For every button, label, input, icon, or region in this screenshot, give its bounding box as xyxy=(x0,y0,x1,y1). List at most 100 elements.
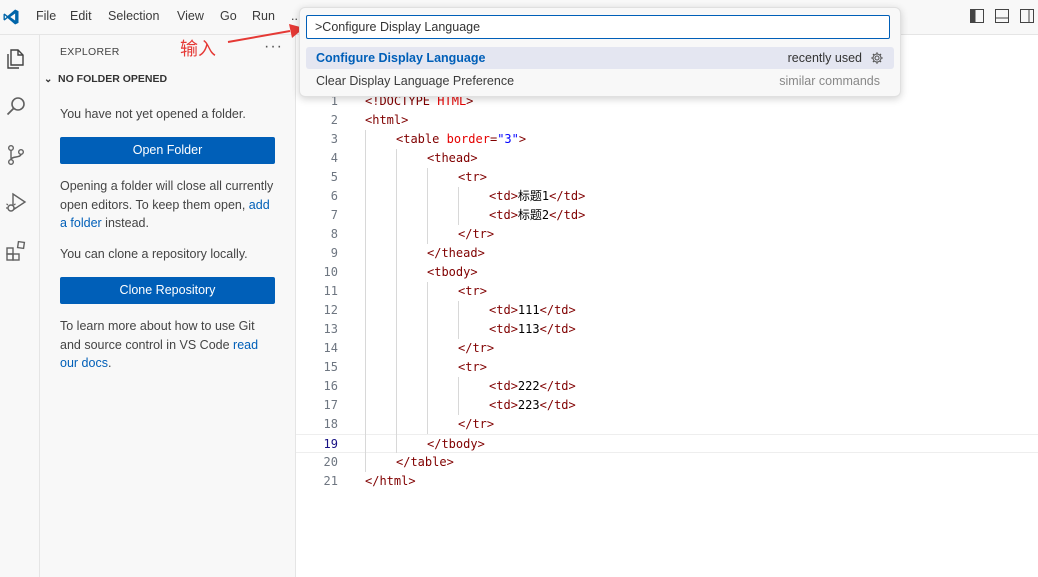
git-text-end: . xyxy=(107,356,112,370)
command-palette: Configure Display Language recently used… xyxy=(299,7,901,97)
closing-text-part-1: Opening a folder will close all currentl… xyxy=(60,179,274,212)
explorer-sidebar: EXPLORER ··· ⌄ NO FOLDER OPENED You have … xyxy=(40,35,296,577)
code-text: </tbody> xyxy=(427,437,485,451)
code-line[interactable]: 14 </tr> xyxy=(296,339,1038,358)
source-control-icon[interactable] xyxy=(4,143,28,167)
code-line[interactable]: 4 <thead> xyxy=(296,149,1038,168)
code-text: <thead> xyxy=(427,151,478,165)
code-line[interactable]: 9 </thead> xyxy=(296,244,1038,263)
closing-editors-message: Opening a folder will close all currentl… xyxy=(60,177,275,233)
line-number: 6 xyxy=(330,189,338,203)
code-text: <td>标题1</td> xyxy=(489,189,586,203)
code-text: </thead> xyxy=(427,246,485,260)
gear-icon[interactable] xyxy=(870,51,884,65)
indent-guide xyxy=(458,377,459,415)
line-number: 7 xyxy=(330,208,338,222)
indent-guide xyxy=(427,282,428,434)
line-number: 9 xyxy=(330,246,338,260)
line-number: 14 xyxy=(323,341,338,355)
line-number: 8 xyxy=(330,227,338,241)
code-line[interactable]: 5 <tr> xyxy=(296,168,1038,187)
code-text: </tr> xyxy=(458,227,495,241)
code-line[interactable]: 12 <td>111</td> xyxy=(296,301,1038,320)
code-text: <tr> xyxy=(458,284,487,298)
code-text: </tr> xyxy=(458,417,495,431)
code-text: <td>223</td> xyxy=(489,398,576,412)
search-icon[interactable] xyxy=(4,95,28,119)
toggle-secondary-sidebar-icon[interactable] xyxy=(1020,9,1034,23)
activity-bar xyxy=(0,35,40,577)
code-line[interactable]: 16 <td>222</td> xyxy=(296,377,1038,396)
line-number: 10 xyxy=(323,265,338,279)
line-number: 16 xyxy=(323,379,338,393)
open-folder-button[interactable]: Open Folder xyxy=(60,137,275,164)
code-text: <table border="3"> xyxy=(396,132,527,146)
toggle-panel-icon[interactable] xyxy=(995,9,1009,23)
code-line[interactable]: 6 <td>标题1</td> xyxy=(296,187,1038,206)
line-number: 11 xyxy=(323,284,338,298)
code-text: <td>标题2</td> xyxy=(489,208,586,222)
code-line[interactable]: 15 <tr> xyxy=(296,358,1038,377)
palette-item-description: similar commands xyxy=(779,74,880,88)
no-folder-section-header[interactable]: ⌄ NO FOLDER OPENED xyxy=(44,73,167,85)
annotation-arrow-icon xyxy=(227,24,304,43)
line-number: 18 xyxy=(323,417,338,431)
line-number: 3 xyxy=(330,132,338,146)
clone-message: You can clone a repository locally. xyxy=(60,247,248,261)
indent-guide xyxy=(458,187,459,225)
indent-guide xyxy=(458,301,459,339)
line-number: 5 xyxy=(330,170,338,184)
line-number: 12 xyxy=(323,303,338,317)
palette-item-label: Configure Display Language xyxy=(316,51,486,65)
run-debug-icon[interactable] xyxy=(4,191,28,215)
code-text: <html> xyxy=(365,113,409,127)
code-line[interactable]: 8 </tr> xyxy=(296,225,1038,244)
palette-item-description: recently used xyxy=(787,51,862,65)
code-text: <tbody> xyxy=(427,265,478,279)
clone-repository-button[interactable]: Clone Repository xyxy=(60,277,275,304)
chevron-down-icon: ⌄ xyxy=(44,74,53,85)
code-text: </tr> xyxy=(458,341,495,355)
code-line[interactable]: 21 </html> xyxy=(296,472,1038,491)
code-line[interactable]: 17 <td>223</td> xyxy=(296,396,1038,415)
no-folder-message: You have not yet opened a folder. xyxy=(60,107,246,121)
line-number: 4 xyxy=(330,151,338,165)
indent-guide xyxy=(427,168,428,244)
code-text: <td>111</td> xyxy=(489,303,576,317)
code-line[interactable]: 18 </tr> xyxy=(296,415,1038,434)
palette-item-clear-display-language[interactable]: Clear Display Language Preference simila… xyxy=(306,70,894,92)
code-line[interactable]: 10 <tbody> xyxy=(296,263,1038,282)
command-palette-input[interactable] xyxy=(306,15,890,39)
code-line[interactable]: 13 <td>113</td> xyxy=(296,320,1038,339)
line-number: 19 xyxy=(323,437,338,451)
code-line[interactable]: 7 <td>标题2</td> xyxy=(296,206,1038,225)
code-text: <td>113</td> xyxy=(489,322,576,336)
palette-item-configure-display-language[interactable]: Configure Display Language recently used xyxy=(306,47,894,69)
closing-text-part-2: instead. xyxy=(101,216,149,230)
code-line[interactable]: 3 <table border="3"> xyxy=(296,130,1038,149)
git-text: To learn more about how to use Git and s… xyxy=(60,319,255,352)
git-docs-message: To learn more about how to use Git and s… xyxy=(60,317,275,373)
code-text: <td>222</td> xyxy=(489,379,576,393)
palette-item-label: Clear Display Language Preference xyxy=(316,74,515,88)
code-line[interactable]: 2 <html> xyxy=(296,111,1038,130)
indent-guide xyxy=(365,130,366,472)
line-number: 13 xyxy=(323,322,338,336)
no-folder-header-label: NO FOLDER OPENED xyxy=(58,73,168,85)
line-number: 20 xyxy=(323,455,338,469)
code-line[interactable]: 20 </table> xyxy=(296,453,1038,472)
code-line[interactable]: 19 </tbody> xyxy=(296,434,1038,453)
line-number: 17 xyxy=(323,398,338,412)
line-number: 15 xyxy=(323,360,338,374)
indent-guide xyxy=(396,149,397,453)
code-line[interactable]: 11 <tr> xyxy=(296,282,1038,301)
code-text: <tr> xyxy=(458,170,487,184)
code-editor[interactable]: 1 <!DOCTYPE HTML> 2 <html> 3 <table border="3… xyxy=(296,35,1038,577)
toggle-sidebar-icon[interactable] xyxy=(970,9,984,23)
line-number: 21 xyxy=(323,474,338,488)
line-number: 2 xyxy=(330,113,338,127)
extensions-icon[interactable] xyxy=(4,239,28,263)
code-text: </html> xyxy=(365,474,416,488)
code-text: <tr> xyxy=(458,360,487,374)
code-text: </table> xyxy=(396,455,454,469)
